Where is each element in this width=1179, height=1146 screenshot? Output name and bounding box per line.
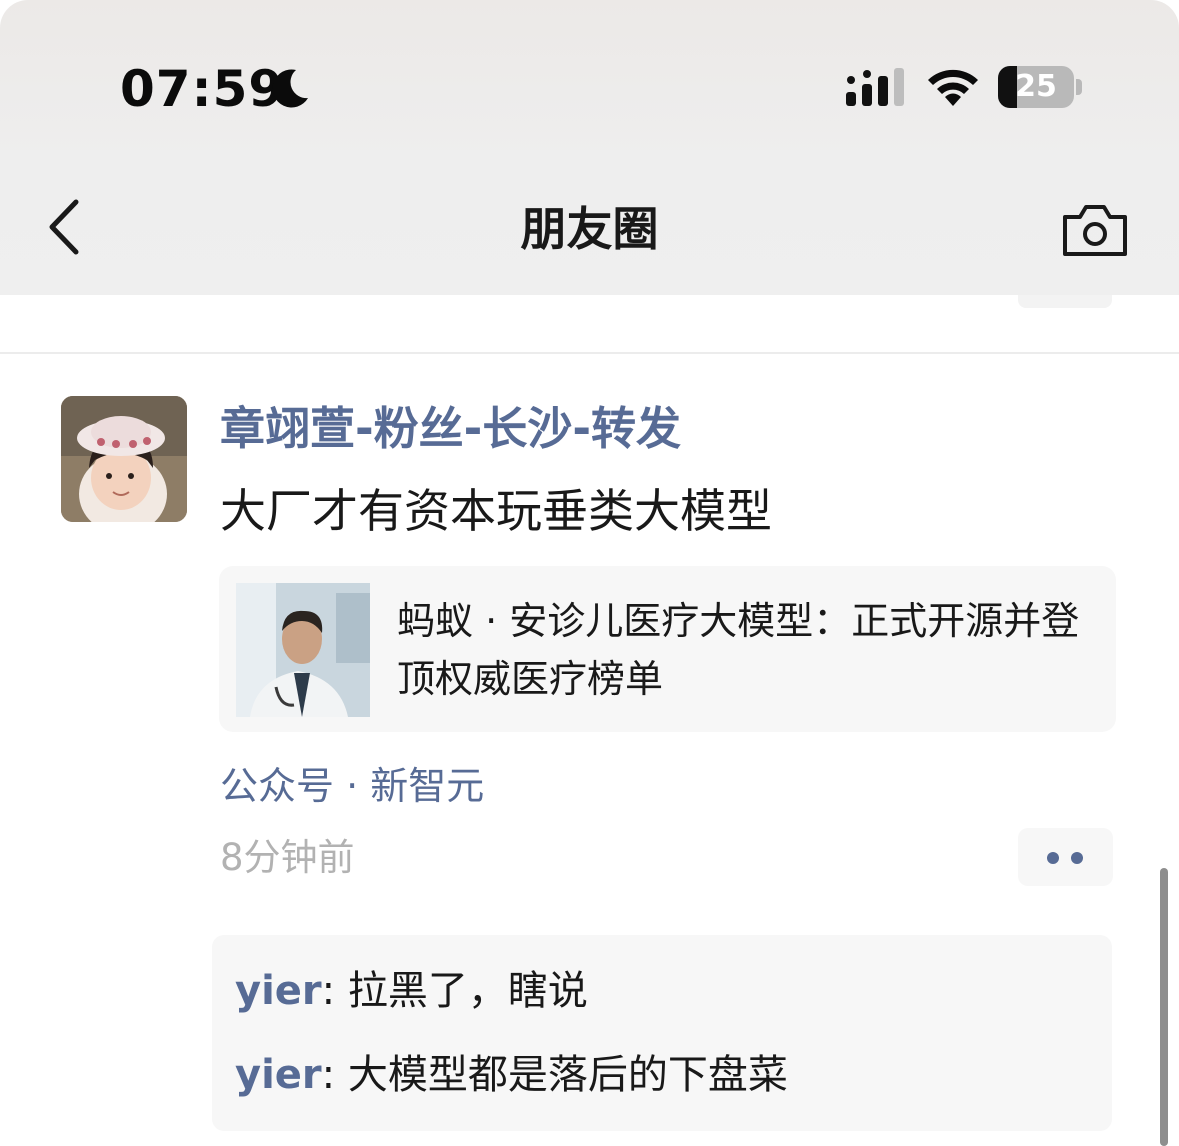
wifi-icon (928, 69, 978, 106)
more-options-button[interactable] (1018, 828, 1113, 886)
moon-icon (272, 69, 308, 108)
comment-separator: : (321, 1052, 348, 1098)
status-time: 07:59 (120, 60, 285, 118)
comment-item[interactable]: yier: 大模型都是落后的下盘菜 (235, 1045, 788, 1105)
post-author-name[interactable]: 章翊萱-粉丝-长沙-转发 (220, 398, 681, 460)
article-thumbnail (236, 583, 370, 717)
avatar-image (61, 396, 187, 522)
signal-icon (846, 68, 904, 106)
avatar[interactable] (61, 396, 187, 522)
article-source[interactable]: 公众号 · 新智元 (220, 758, 484, 814)
comment-author[interactable]: yier (235, 1052, 322, 1098)
more-dot-icon (1071, 852, 1083, 864)
article-title: 蚂蚁 · 安诊儿医疗大模型：正式开源并登顶权威医疗榜单 (397, 599, 1080, 701)
page-title: 朋友圈 (520, 202, 659, 256)
comment-author[interactable]: yier (235, 968, 322, 1014)
camera-button[interactable] (1062, 203, 1128, 257)
top-bar: 07:59 25 朋友圈 (0, 0, 1179, 295)
shared-article-card[interactable]: 蚂蚁 · 安诊儿医疗大模型：正式开源并登顶权威医疗榜单 (219, 566, 1116, 732)
comment-text: 大模型都是落后的下盘菜 (347, 1052, 788, 1098)
scrollbar[interactable] (1160, 868, 1168, 1146)
post-text: 大厂才有资本玩垂类大模型 (220, 484, 772, 538)
more-dot-icon (1047, 852, 1059, 864)
doctor-image (236, 583, 370, 717)
comments-section: yier: 拉黑了，瞎说 yier: 大模型都是落后的下盘菜 (212, 935, 1112, 1131)
battery-level: 25 (1015, 69, 1057, 104)
post-timestamp: 8分钟前 (220, 836, 355, 879)
battery-cap (1076, 79, 1082, 95)
battery-body: 25 (998, 66, 1074, 108)
camera-icon (1063, 205, 1127, 256)
battery-icon: 25 (998, 66, 1084, 108)
comment-text: 拉黑了，瞎说 (347, 968, 588, 1014)
comment-separator: : (321, 968, 348, 1014)
post-divider (0, 352, 1179, 354)
comment-item[interactable]: yier: 拉黑了，瞎说 (235, 961, 588, 1021)
